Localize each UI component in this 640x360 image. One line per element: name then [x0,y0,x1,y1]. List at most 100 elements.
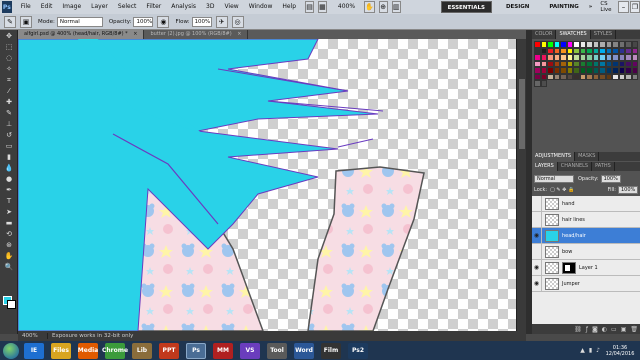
menu-edit[interactable]: Edit [36,0,58,14]
eye-icon[interactable]: ◉ [532,227,542,244]
tab-layers[interactable]: LAYERS [532,162,558,171]
3d-orbit-tool-icon[interactable]: ⊛ [2,240,16,250]
history-brush-tool-icon[interactable]: ↺ [2,130,16,140]
adjustment-icon[interactable]: ◐ [602,326,607,333]
close-icon[interactable]: × [237,31,241,37]
taskbar-app-chrome[interactable]: Chrome [102,342,128,359]
bridge-icon[interactable]: ▤ [305,1,314,13]
3d-rotate-tool-icon[interactable]: ⟲ [2,229,16,239]
path-select-tool-icon[interactable]: ➤ [2,207,16,217]
layer-row[interactable]: hand [532,195,640,212]
taskbar-app-film[interactable]: Film [321,342,341,359]
layer-row[interactable]: ◉ Layer 1 [532,259,640,276]
menu-layer[interactable]: Layer [86,0,113,14]
move-tool-icon[interactable]: ✥ [2,31,16,41]
vertical-scrollbar[interactable] [516,39,526,331]
network-icon[interactable]: ▮ [589,347,592,354]
taskbar-app-lib[interactable]: Lib [132,342,152,359]
volume-icon[interactable]: ♪ [596,347,600,354]
background-color-swatch[interactable] [7,300,16,309]
menu-window[interactable]: Window [244,0,278,14]
marquee-tool-icon[interactable]: ⬚ [2,42,16,52]
workspace-painting[interactable]: PAINTING [543,1,584,13]
color-swatch[interactable] [540,80,547,87]
layer-opacity-input[interactable]: 100% [600,174,621,183]
airbrush-icon[interactable]: ✈ [215,15,228,28]
crop-tool-icon[interactable]: ⌗ [2,75,16,85]
taskbar-app-ie[interactable]: IE [24,342,44,359]
tab-paths[interactable]: PATHS [592,162,615,171]
color-swatch[interactable] [631,73,638,80]
folder-icon[interactable]: ▭ [611,326,617,333]
scrollbar-thumb[interactable] [519,79,525,149]
shape-tool-icon[interactable]: ▬ [2,218,16,228]
menu-file[interactable]: File [16,0,36,14]
hand-tool-icon[interactable]: ✋ [364,1,375,13]
blur-tool-icon[interactable]: 💧 [2,163,16,173]
brush-panel-icon[interactable]: ▣ [20,15,32,28]
restore-icon[interactable]: ❐ [629,1,640,13]
taskbar-app-ps2[interactable]: Ps2 [348,342,368,359]
start-button[interactable] [3,342,19,359]
close-icon[interactable]: × [133,31,137,37]
layer-row[interactable]: ◉ Jumper [532,275,640,292]
menu-view[interactable]: View [219,0,243,14]
layer-row[interactable]: ◉ head/hair [532,227,640,244]
tray-arrow-icon[interactable]: ▲ [580,347,585,354]
taskbar-app-files[interactable]: Files [51,342,71,359]
trash-icon[interactable]: 🗑 [630,326,638,333]
menu-image[interactable]: Image [57,0,86,14]
menu-3d[interactable]: 3D [201,0,219,14]
brush-tool-icon[interactable]: ✎ [2,108,16,118]
taskbar-app-word[interactable]: Word [294,342,314,359]
menu-filter[interactable]: Filter [141,0,166,14]
taskbar-app-tool[interactable]: Tool [267,342,287,359]
opacity-input[interactable]: 100% [133,16,154,27]
minimize-icon[interactable]: – [618,1,629,13]
layer-mask-thumbnail[interactable] [562,261,576,274]
tab-adjustments[interactable]: ADJUSTMENTS [532,152,576,161]
pen-tool-icon[interactable]: ✒ [2,185,16,195]
tab-masks[interactable]: MASKS [575,152,600,161]
hand-tool-icon[interactable]: ✋ [2,251,16,261]
taskbar-app-vs[interactable]: VS [240,342,260,359]
arrange-icon[interactable]: ▥ [391,1,401,13]
workspace-essentials[interactable]: ESSENTIALS [440,1,492,13]
blend-mode-select[interactable]: Normal [534,174,574,183]
menu-select[interactable]: Select [113,0,142,14]
pressure-size-icon[interactable]: ◎ [231,15,244,28]
clock[interactable]: 01:36 12/04/2016 [604,345,636,357]
pressure-opacity-icon[interactable]: ◉ [157,15,170,28]
brush-preset-icon[interactable]: ✎ [4,15,16,28]
zoom-icon[interactable]: ⊕ [378,1,388,13]
menu-analysis[interactable]: Analysis [166,0,201,14]
zoom-tool-icon[interactable]: 🔍 [2,262,16,272]
gradient-tool-icon[interactable]: ▮ [2,152,16,162]
fill-input[interactable]: 100% [618,185,638,194]
tab-channels[interactable]: CHANNELS [558,162,593,171]
layer-row[interactable]: hair lines [532,211,640,228]
workspace-design[interactable]: DESIGN [500,1,535,13]
taskbar-app-media[interactable]: Media [78,342,98,359]
mask-icon[interactable]: ◙ [592,326,598,333]
eye-hidden-icon[interactable] [532,195,542,212]
new-layer-icon[interactable]: ▣ [621,326,627,333]
tab-swatches[interactable]: SWATCHES [556,30,591,39]
mini-bridge-icon[interactable]: ▦ [317,1,327,13]
eye-icon[interactable]: ◉ [532,259,542,276]
flow-input[interactable]: 100% [191,16,212,27]
tab-color[interactable]: COLOR [532,30,557,39]
dodge-tool-icon[interactable]: ● [2,174,16,184]
menu-help[interactable]: Help [277,0,301,14]
eye-icon[interactable]: ◉ [532,275,542,292]
fx-icon[interactable]: ƒ [586,326,588,333]
taskbar-app-ppt[interactable]: PPT [159,342,179,359]
eye-hidden-icon[interactable] [532,243,542,260]
tab-styles[interactable]: STYLES [591,30,617,39]
status-zoom[interactable]: 400% [18,333,48,339]
tab-butter[interactable]: butter (2).jpg @ 100% (RGB/8#) × [144,30,249,39]
healing-tool-icon[interactable]: ✚ [2,97,16,107]
mode-select[interactable]: Normal [56,16,103,27]
zoom-level[interactable]: 400% [333,0,360,14]
type-tool-icon[interactable]: T [2,196,16,206]
